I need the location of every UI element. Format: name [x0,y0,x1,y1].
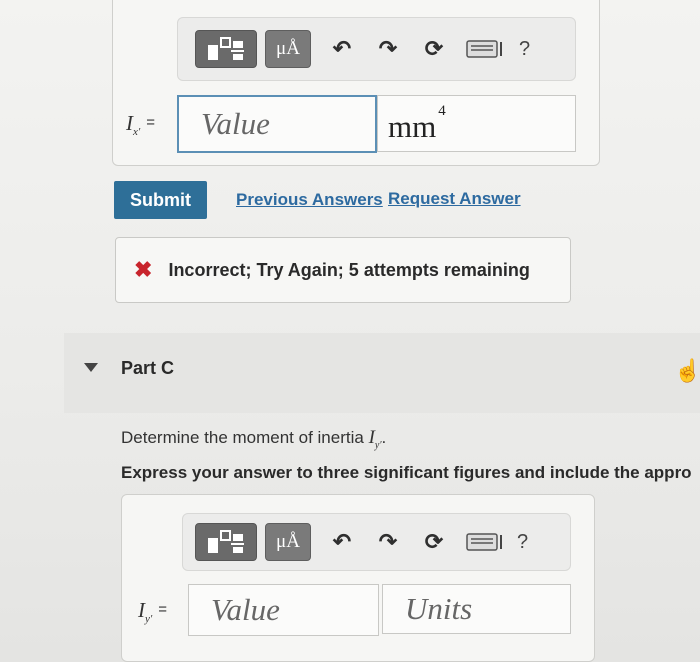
ix-value-input[interactable]: Value [177,95,377,153]
part-b-toolbar: μÅ ↶ ↷ ⟳ ? [177,17,576,81]
keyboard-icon[interactable] [463,525,507,559]
units-text: mm 4 [388,102,446,144]
templates-icon [208,37,244,60]
reset-icon[interactable]: ⟳ [417,525,451,559]
page: μÅ ↶ ↷ ⟳ ? Ix′= Value mm 4 Submit Previou… [0,0,700,662]
iy-variable: Iy′ [368,427,382,451]
symbols-label: μÅ [276,531,300,552]
redo-icon[interactable]: ↷ [371,525,405,559]
undo-icon[interactable]: ↶ [325,32,359,66]
request-answer-link[interactable]: Request Answer [388,189,521,209]
error-icon: ✖ [134,257,153,282]
part-c-toolbar: μÅ ↶ ↷ ⟳ ? [182,513,571,571]
templates-button[interactable] [195,30,257,68]
previous-answers-link[interactable]: Previous Answers [236,190,383,210]
help-icon[interactable]: ? [517,531,528,554]
ix-equation-label: Ix′= [126,111,156,139]
iy-equation-label: Iy′= [138,598,168,626]
feedback-alert: ✖ Incorrect; Try Again; 5 attempts remai… [115,237,571,303]
iy-units-input[interactable]: Units [382,584,571,634]
collapse-caret-icon[interactable] [84,363,98,372]
part-c-question: Determine the moment of inertia Iy′. [121,427,387,451]
help-icon[interactable]: ? [519,38,530,61]
symbols-label: μÅ [276,38,300,59]
feedback-message: Incorrect; Try Again; 5 attempts remaini… [168,259,530,280]
part-c-title[interactable]: Part C [121,358,174,379]
templates-button[interactable] [195,523,257,561]
part-c-instruction: Express your answer to three significant… [121,463,692,482]
ix-units-field[interactable]: mm 4 [377,95,576,152]
symbols-button[interactable]: μÅ [265,30,311,68]
iy-value-input[interactable]: Value [188,584,379,636]
hand-pointer-icon: ☝ [674,358,700,383]
redo-icon[interactable]: ↷ [371,32,405,66]
undo-icon[interactable]: ↶ [325,525,359,559]
symbols-button[interactable]: μÅ [265,523,311,561]
keyboard-icon[interactable] [463,32,507,66]
reset-icon[interactable]: ⟳ [417,32,451,66]
submit-button[interactable]: Submit [114,181,207,219]
templates-icon [208,530,244,553]
